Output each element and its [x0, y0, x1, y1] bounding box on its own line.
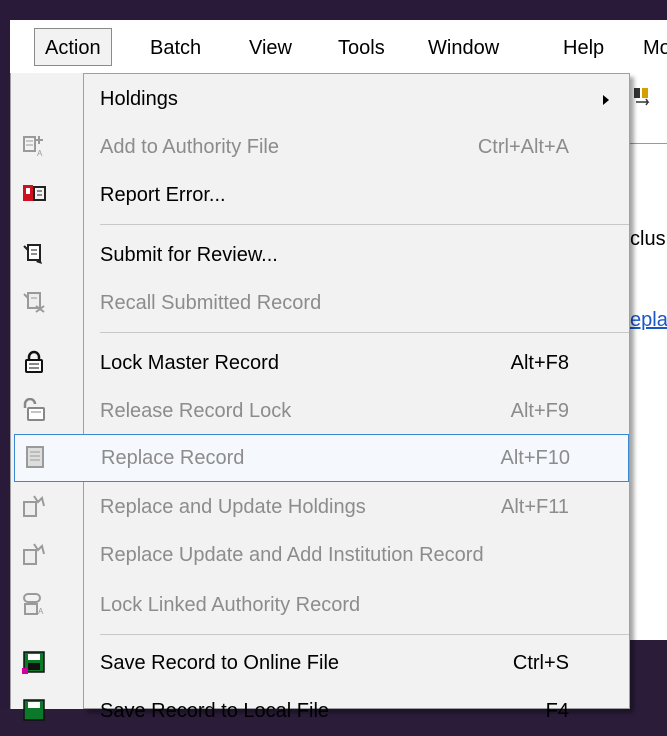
menu-item-label: Recall Submitted Record	[100, 292, 322, 314]
menu-view[interactable]: View	[249, 35, 292, 65]
menu-window[interactable]: Window	[428, 35, 499, 65]
lock-icon	[22, 350, 46, 374]
replace-institution-icon	[22, 542, 46, 566]
menu-item-label: Release Record Lock	[100, 400, 292, 422]
menu-item-label: Replace and Update Holdings	[100, 496, 366, 518]
menu-icon-gutter	[10, 73, 83, 709]
menu-separator	[100, 634, 629, 635]
recall-record-icon	[22, 290, 46, 314]
unlock-icon	[22, 397, 46, 422]
menu-item-label: Lock Master Record	[100, 352, 279, 374]
toolbar-icon[interactable]	[632, 82, 654, 112]
menu-bar: Action Batch View Tools Window Help Mo	[10, 20, 667, 74]
svg-text:A: A	[37, 149, 43, 158]
menu-separator	[100, 224, 629, 225]
menu-action[interactable]: Action	[34, 28, 112, 66]
menu-item-release-lock[interactable]: Release Record Lock Alt+F9	[23, 388, 629, 436]
menu-item-lock-master[interactable]: Lock Master Record Alt+F8	[25, 340, 629, 388]
menu-item-save-online[interactable]: Save Record to Online File Ctrl+S	[22, 640, 629, 688]
menu-tools[interactable]: Tools	[338, 35, 385, 65]
lock-linked-icon: A	[22, 592, 46, 616]
menu-item-shortcut: Alt+F10	[500, 447, 570, 469]
action-menu-dropdown: Holdings A Add to Authority File Ctrl+Al…	[14, 73, 630, 722]
menu-item-submit-review[interactable]: Submit for Review...	[23, 232, 629, 280]
menu-item-report-error[interactable]: Report Error...	[23, 172, 629, 220]
bg-link-right[interactable]: epla	[630, 309, 667, 332]
add-authority-icon: A	[22, 134, 46, 158]
menu-separator	[100, 332, 629, 333]
menu-more[interactable]: Mo	[643, 35, 667, 65]
menu-item-replace-holdings[interactable]: Replace and Update Holdings Alt+F11	[23, 484, 629, 532]
menu-item-shortcut: Ctrl+S	[512, 652, 569, 674]
menu-item-recall-record[interactable]: Recall Submitted Record	[23, 280, 629, 328]
menu-item-label: Save Record to Online File	[100, 652, 340, 674]
menu-item-label: Submit for Review...	[100, 244, 278, 266]
submit-review-icon	[22, 242, 46, 266]
red-flag-icon	[22, 182, 46, 206]
menu-item-label: Add to Authority File	[100, 136, 279, 158]
menu-item-shortcut: Alt+F9	[510, 400, 569, 422]
replace-record-icon	[23, 445, 47, 469]
menu-item-label: Holdings	[100, 88, 178, 110]
svg-text:A: A	[38, 607, 44, 616]
desktop-left-frame	[0, 0, 10, 709]
menu-item-label: Replace Update and Add Institution Recor…	[100, 544, 484, 566]
menu-batch[interactable]: Batch	[150, 35, 201, 65]
menu-item-lock-linked-authority[interactable]: A Lock Linked Authority Record	[23, 582, 629, 630]
menu-item-label: Report Error...	[100, 184, 226, 206]
menu-item-replace-record[interactable]: Replace Record Alt+F10	[14, 434, 629, 482]
menu-help[interactable]: Help	[563, 35, 604, 65]
replace-holdings-icon	[22, 494, 46, 518]
menu-item-add-authority[interactable]: A Add to Authority File Ctrl+Alt+A	[23, 124, 629, 172]
submenu-arrow-icon	[603, 95, 609, 105]
save-local-icon	[22, 698, 46, 722]
menu-item-label: Lock Linked Authority Record	[100, 594, 361, 616]
menu-item-shortcut: Ctrl+Alt+A	[477, 136, 569, 158]
menu-item-replace-institution[interactable]: Replace Update and Add Institution Recor…	[23, 532, 629, 580]
menu-item-holdings[interactable]: Holdings	[84, 76, 629, 124]
bg-divider-right	[630, 143, 667, 144]
menu-item-shortcut: Alt+F8	[510, 352, 569, 374]
save-online-icon	[22, 650, 46, 674]
menu-item-label: Save Record to Local File	[100, 700, 330, 722]
desktop-top-frame	[0, 0, 667, 20]
menu-item-label: Replace Record	[101, 447, 245, 469]
menu-item-shortcut: Alt+F11	[501, 496, 569, 518]
menu-item-shortcut: F4	[545, 700, 569, 722]
menu-item-save-local[interactable]: Save Record to Local File F4	[23, 688, 629, 736]
bg-fragment-right-1: clus	[630, 228, 666, 250]
